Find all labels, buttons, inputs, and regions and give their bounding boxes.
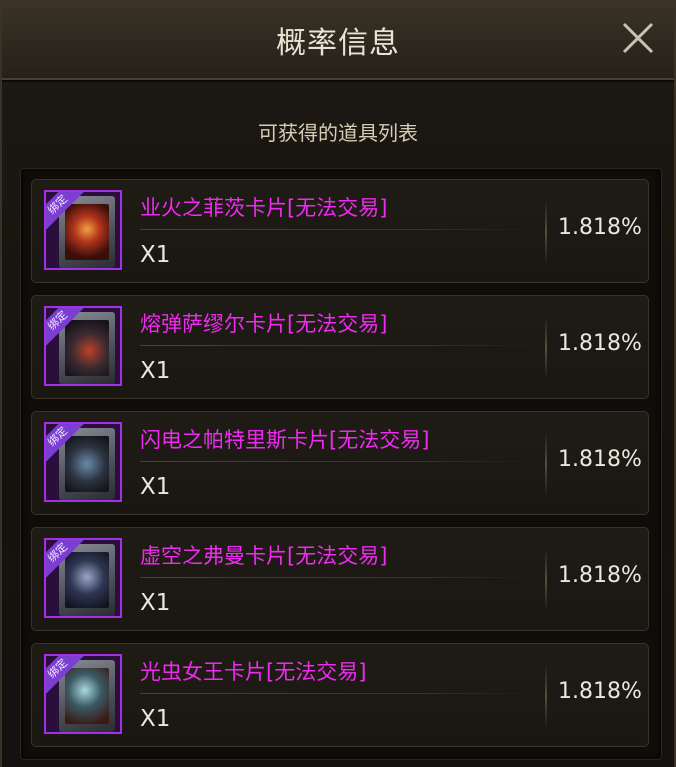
item-thumbnail[interactable]: 绑定 (44, 654, 122, 734)
dialog-title: 概率信息 (276, 26, 400, 61)
item-probability: 1.818% (558, 563, 642, 588)
item-thumbnail[interactable]: 绑定 (44, 538, 122, 618)
divider-vertical (545, 548, 547, 612)
item-quantity: X1 (140, 358, 171, 384)
item-quantity: X1 (140, 706, 171, 732)
list-item: 绑定 虚空之弗曼卡片[无法交易] X1 1.818% (31, 527, 649, 631)
title-bar: 概率信息 (2, 0, 674, 80)
divider-vertical (545, 200, 547, 264)
item-name: 业火之菲茨卡片[无法交易] (140, 196, 388, 220)
item-probability: 1.818% (558, 447, 642, 472)
item-name: 光虫女王卡片[无法交易] (140, 660, 367, 684)
item-quantity: X1 (140, 474, 171, 500)
item-thumbnail[interactable]: 绑定 (44, 190, 122, 270)
item-quantity: X1 (140, 242, 171, 268)
divider (140, 345, 536, 346)
list-subtitle: 可获得的道具列表 (258, 121, 418, 145)
divider (140, 229, 536, 230)
list-item: 绑定 闪电之帕特里斯卡片[无法交易] X1 1.818% (31, 411, 649, 515)
list-item: 绑定 熔弹萨缪尔卡片[无法交易] X1 1.818% (31, 295, 649, 399)
divider (140, 693, 536, 694)
item-probability: 1.818% (558, 215, 642, 240)
card-art (65, 436, 109, 492)
card-art (65, 320, 109, 376)
item-name: 闪电之帕特里斯卡片[无法交易] (140, 428, 430, 452)
item-name: 虚空之弗曼卡片[无法交易] (140, 544, 388, 568)
item-probability: 1.818% (558, 331, 642, 356)
list-item: 绑定 光虫女王卡片[无法交易] X1 1.818% (31, 643, 649, 747)
card-art (65, 204, 109, 260)
close-icon[interactable] (620, 20, 656, 56)
card-art (65, 668, 109, 724)
divider-vertical (545, 432, 547, 496)
divider-vertical (545, 316, 547, 380)
divider (140, 577, 536, 578)
item-quantity: X1 (140, 590, 171, 616)
list-item: 绑定 业火之菲茨卡片[无法交易] X1 1.818% (31, 179, 649, 283)
card-art (65, 552, 109, 608)
item-list[interactable]: 绑定 业火之菲茨卡片[无法交易] X1 1.818% 绑定 熔弹萨缪尔卡片[无法… (20, 168, 662, 760)
divider-vertical (545, 664, 547, 728)
divider (140, 461, 536, 462)
item-name: 熔弹萨缪尔卡片[无法交易] (140, 312, 388, 336)
item-thumbnail[interactable]: 绑定 (44, 306, 122, 386)
item-thumbnail[interactable]: 绑定 (44, 422, 122, 502)
probability-dialog: 概率信息 可获得的道具列表 绑定 业火之菲茨卡片[无法交易] X1 1.818%… (0, 0, 676, 767)
item-probability: 1.818% (558, 679, 642, 704)
